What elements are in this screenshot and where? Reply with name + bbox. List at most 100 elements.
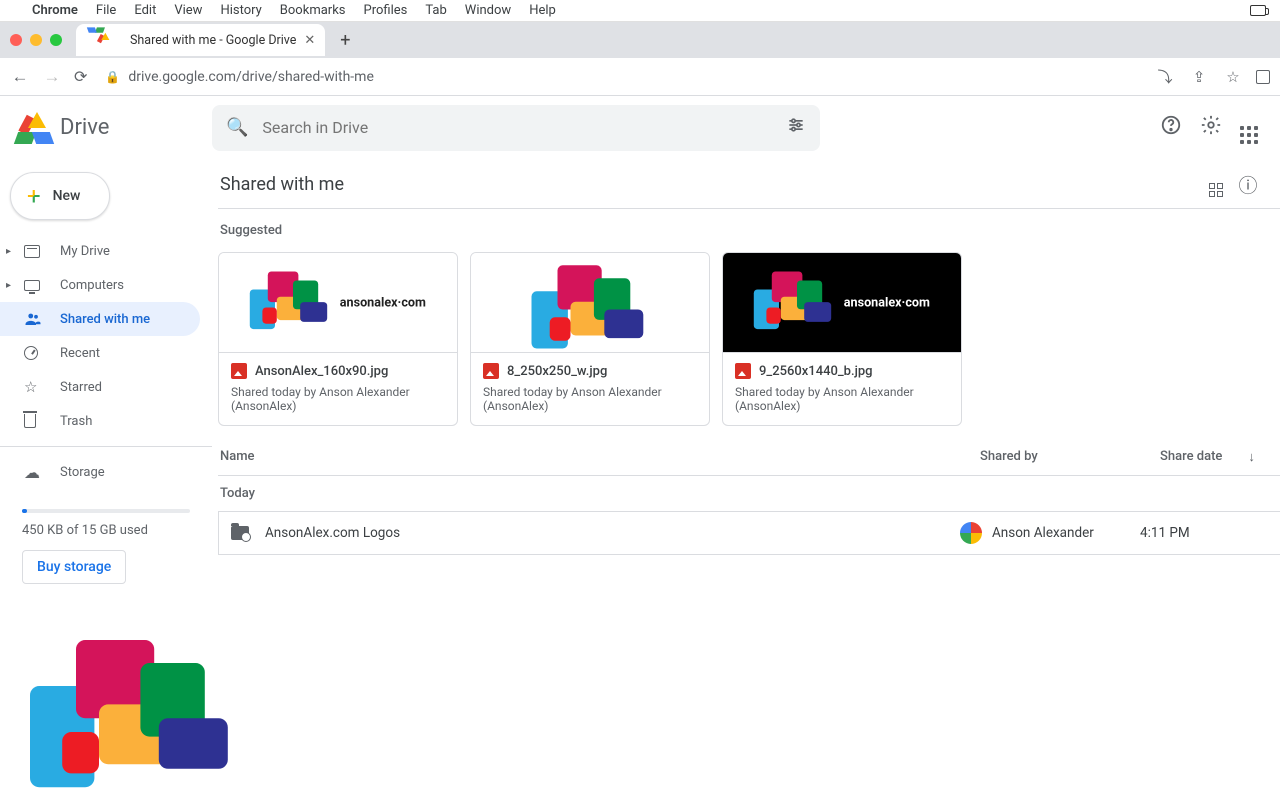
chrome-tab-strip: Shared with me - Google Drive ✕ + <box>0 22 1280 58</box>
row-filename: AnsonAlex.com Logos <box>265 525 400 541</box>
menu-window[interactable]: Window <box>465 3 511 18</box>
new-button[interactable]: + New <box>10 172 110 220</box>
drive-header: Drive 🔍 <box>0 96 1280 160</box>
sidebar-item-computers[interactable]: ▸ Computers <box>0 268 200 302</box>
lock-icon: 🔒 <box>105 70 120 84</box>
suggested-card[interactable]: ansonalex·com AnsonAlex_160x90.jpg Share… <box>218 252 458 426</box>
cloud-icon: ☁ <box>24 463 42 482</box>
trash-icon <box>24 414 42 428</box>
menu-profiles[interactable]: Profiles <box>364 3 408 18</box>
drive-logo-icon <box>16 112 52 144</box>
screen-record-icon[interactable] <box>1250 5 1266 16</box>
card-filename: 8_250x250_w.jpg <box>507 364 607 379</box>
sidebar-item-starred[interactable]: ☆ Starred <box>0 370 200 404</box>
suggested-card[interactable]: ansonalex·com 9_2560x1440_b.jpg Shared t… <box>722 252 962 426</box>
support-icon[interactable] <box>1160 114 1182 141</box>
address-bar[interactable]: 🔒 drive.google.com/drive/shared-with-me <box>99 69 1142 85</box>
plus-icon: + <box>27 182 41 210</box>
image-file-icon <box>231 363 247 379</box>
window-controls[interactable] <box>10 34 76 46</box>
suggested-cards: ansonalex·com AnsonAlex_160x90.jpg Share… <box>218 252 1280 438</box>
search-bar[interactable]: 🔍 <box>212 105 820 151</box>
macos-menubar: Chrome File Edit View History Bookmarks … <box>0 0 1280 22</box>
sidebar-item-label: Starred <box>60 380 102 395</box>
sidebar-item-label: Recent <box>60 346 100 361</box>
search-icon: 🔍 <box>226 117 248 138</box>
drive-favicon <box>96 33 112 47</box>
search-options-icon[interactable] <box>786 115 806 140</box>
menu-file[interactable]: File <box>96 3 116 18</box>
shared-icon <box>24 310 42 328</box>
card-meta-text: Shared today by Anson Alexander (AnsonAl… <box>483 385 697 413</box>
card-thumbnail <box>471 253 709 353</box>
google-apps-icon[interactable] <box>1240 111 1258 144</box>
menu-tab[interactable]: Tab <box>425 3 446 18</box>
back-button[interactable]: ← <box>10 67 30 87</box>
floating-preview-image <box>30 640 120 710</box>
sort-descending-icon[interactable]: ↓ <box>1248 449 1255 465</box>
grid-view-icon[interactable] <box>1200 171 1232 197</box>
shared-folder-icon <box>231 526 249 540</box>
reload-button[interactable]: ⟳ <box>74 67 87 86</box>
browser-tab[interactable]: Shared with me - Google Drive ✕ <box>76 24 325 56</box>
info-icon[interactable]: ⓘ <box>1232 171 1264 198</box>
sidebar-item-label: Shared with me <box>60 312 150 327</box>
table-row[interactable]: AnsonAlex.com Logos Anson Alexander 4:11… <box>218 511 1280 555</box>
sidebar-item-storage[interactable]: ☁ Storage <box>0 455 200 489</box>
thumb-text: ansonalex·com <box>844 295 930 309</box>
card-thumbnail: ansonalex·com <box>219 253 457 353</box>
sidebar-item-trash[interactable]: Trash <box>0 404 200 438</box>
col-shared-by[interactable]: Shared by <box>980 449 1160 464</box>
menu-help[interactable]: Help <box>529 3 556 18</box>
card-meta-text: Shared today by Anson Alexander (AnsonAl… <box>231 385 445 413</box>
drive-product-name: Drive <box>60 115 109 140</box>
install-app-icon[interactable]: ⤵ <box>1154 66 1176 87</box>
drive-logo[interactable]: Drive <box>16 112 212 144</box>
share-icon[interactable]: ⇪ <box>1188 68 1210 86</box>
card-thumbnail: ansonalex·com <box>723 253 961 353</box>
table-header: Name Shared by Share date ↓ <box>218 438 1280 476</box>
card-meta-text: Shared today by Anson Alexander (AnsonAl… <box>735 385 949 413</box>
expand-icon[interactable]: ▸ <box>6 280 11 291</box>
sidepanel-icon[interactable] <box>1256 70 1270 84</box>
close-tab-icon[interactable]: ✕ <box>304 33 315 48</box>
url-text: drive.google.com/drive/shared-with-me <box>128 69 374 85</box>
close-window-icon[interactable] <box>10 34 22 46</box>
search-input[interactable] <box>262 118 772 137</box>
expand-icon[interactable]: ▸ <box>6 246 11 257</box>
sidebar-item-mydrive[interactable]: ▸ My Drive <box>0 234 200 268</box>
sidebar-item-recent[interactable]: Recent <box>0 336 200 370</box>
active-app-name[interactable]: Chrome <box>32 3 78 18</box>
minimize-window-icon[interactable] <box>30 34 42 46</box>
sidebar-item-label: Storage <box>60 465 105 480</box>
avatar <box>960 522 982 544</box>
suggested-card[interactable]: 8_250x250_w.jpg Shared today by Anson Al… <box>470 252 710 426</box>
fullscreen-window-icon[interactable] <box>50 34 62 46</box>
menu-bookmarks[interactable]: Bookmarks <box>280 3 346 18</box>
menu-view[interactable]: View <box>174 3 202 18</box>
recent-icon <box>24 346 42 360</box>
new-tab-button[interactable]: + <box>331 26 359 54</box>
thumb-text: ansonalex·com <box>340 295 426 309</box>
sidebar-item-label: Trash <box>60 414 92 429</box>
bookmark-star-icon[interactable]: ☆ <box>1222 68 1244 86</box>
menu-history[interactable]: History <box>220 3 261 18</box>
image-file-icon <box>735 363 751 379</box>
chrome-toolbar: ← → ⟳ 🔒 drive.google.com/drive/shared-wi… <box>0 58 1280 96</box>
storage-usage-text: 450 KB of 15 GB used <box>22 523 190 538</box>
page-title: Shared with me <box>218 174 1200 195</box>
sidebar-item-shared[interactable]: Shared with me <box>0 302 200 336</box>
col-name[interactable]: Name <box>218 449 980 464</box>
main-content: Shared with me ⓘ Suggested ansonalex·com… <box>212 160 1280 720</box>
row-time: 4:11 PM <box>1140 525 1280 541</box>
menu-edit[interactable]: Edit <box>134 3 156 18</box>
suggested-label: Suggested <box>218 209 1280 252</box>
sidebar: + New ▸ My Drive ▸ Computers Shared with… <box>0 160 212 720</box>
col-share-date[interactable]: Share date <box>1160 449 1222 464</box>
settings-gear-icon[interactable] <box>1200 114 1222 141</box>
buy-storage-button[interactable]: Buy storage <box>22 550 126 584</box>
storage-progress <box>22 509 190 513</box>
new-button-label: New <box>53 188 81 204</box>
forward-button[interactable]: → <box>42 67 62 87</box>
image-file-icon <box>483 363 499 379</box>
